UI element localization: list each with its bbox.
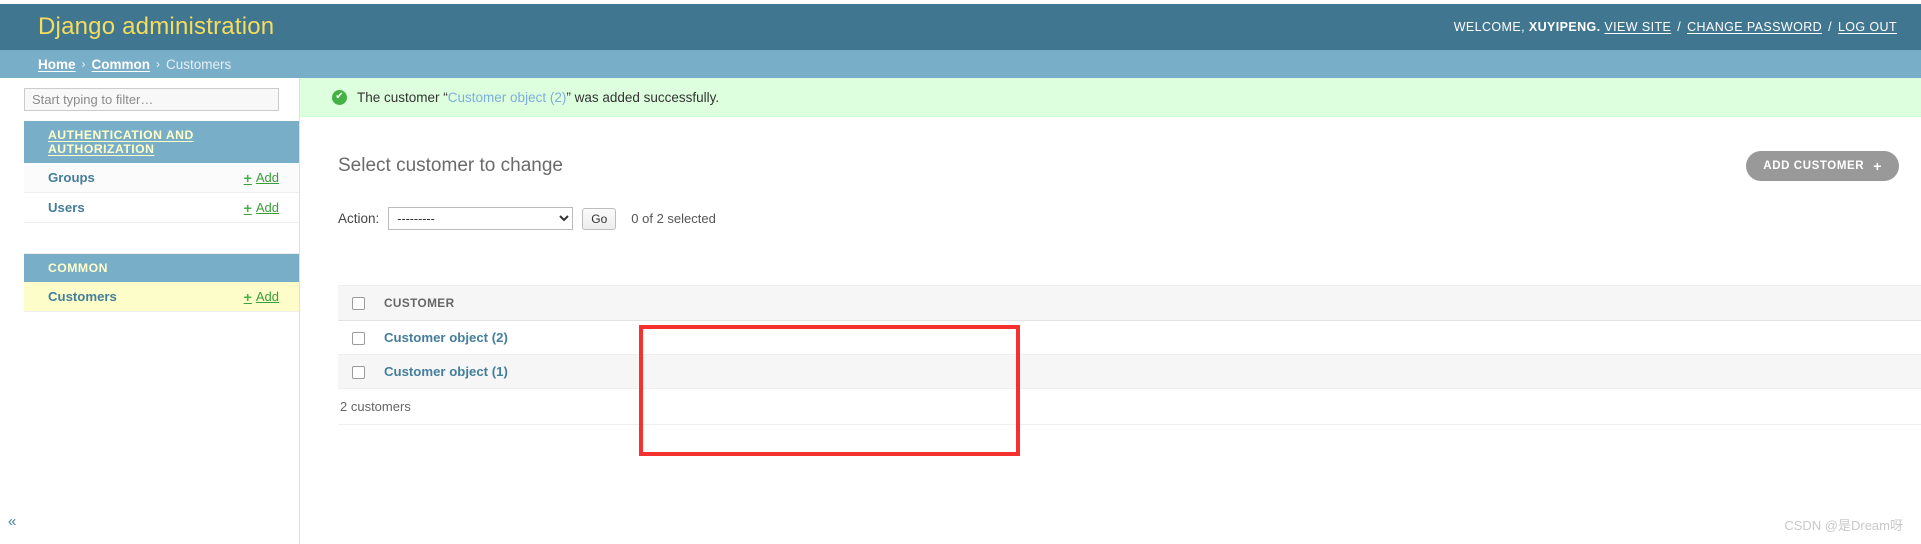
plus-icon: +: [243, 199, 252, 216]
sidebar-add-groups[interactable]: + Add: [244, 170, 279, 185]
sidebar-add-customers-label: Add: [255, 289, 279, 304]
row-select-cell: [338, 320, 384, 356]
nav-filter-input[interactable]: [24, 88, 279, 111]
site-branding[interactable]: Django administration: [38, 13, 274, 41]
select-all-header: [338, 284, 384, 322]
paginator-count: 2 customers: [338, 389, 1921, 426]
site-header: Django administration WELCOME, XUYIPENG.…: [0, 4, 1921, 50]
select-all-checkbox[interactable]: [352, 297, 365, 311]
app-block-common: COMMON Customers + Add: [0, 254, 299, 312]
app-caption-common[interactable]: COMMON: [24, 254, 299, 282]
view-site-link[interactable]: VIEW SITE: [1604, 20, 1671, 34]
breadcrumb-app[interactable]: Common: [92, 57, 151, 72]
success-message-prefix: The customer “: [357, 89, 448, 105]
page-title: Select customer to change: [338, 155, 563, 176]
username-label: XUYIPENG.: [1528, 20, 1601, 34]
breadcrumb: Home › Common › Customers: [0, 50, 1921, 78]
app-block-auth: AUTHENTICATION AND AUTHORIZATION Groups …: [0, 121, 299, 254]
app-list: AUTHENTICATION AND AUTHORIZATION Groups …: [0, 121, 299, 312]
row-name-cell: Customer object (2): [384, 320, 1921, 356]
table-row: Customer object (1): [338, 354, 1921, 390]
app-caption-auth-link[interactable]: AUTHENTICATION AND AUTHORIZATION: [48, 128, 194, 156]
change-password-link[interactable]: CHANGE PASSWORD: [1687, 20, 1822, 34]
results-table: CUSTOMER Customer object (2) Customer ob…: [338, 284, 1921, 390]
sidebar-item-customers-label[interactable]: Customers: [48, 289, 117, 304]
add-customer-button[interactable]: ADD CUSTOMER +: [1746, 151, 1899, 181]
row-select-cell: [338, 354, 384, 390]
results-table-wrap: CUSTOMER Customer object (2) Customer ob…: [338, 284, 1921, 426]
sidebar-add-groups-label: Add: [255, 170, 279, 185]
customer-object-link[interactable]: Customer object (2): [384, 330, 508, 345]
sidebar-add-users-label: Add: [255, 200, 279, 215]
go-button[interactable]: Go: [582, 207, 617, 230]
sidebar-add-customers[interactable]: + Add: [244, 289, 279, 304]
success-message-text: The customer “Customer object (2)” was a…: [357, 90, 719, 105]
row-checkbox[interactable]: [352, 332, 365, 346]
sidebar-add-users[interactable]: + Add: [244, 200, 279, 215]
breadcrumb-separator-1: ›: [81, 57, 86, 71]
action-label: Action:: [338, 211, 380, 226]
sidebar-item-users[interactable]: Users + Add: [24, 193, 299, 223]
success-message-object-link[interactable]: Customer object (2): [448, 90, 567, 105]
results-table-head: CUSTOMER: [338, 284, 1921, 322]
nav-filter-wrap: [0, 88, 299, 111]
content-area: ✔ The customer “Customer object (2)” was…: [300, 78, 1921, 544]
title-row: Select customer to change ADD CUSTOMER +: [338, 117, 1899, 181]
usertools-separator-2: /: [1828, 20, 1832, 34]
sidebar-item-customers[interactable]: Customers + Add: [24, 282, 299, 312]
welcome-label: WELCOME,: [1453, 20, 1525, 34]
results-table-body: Customer object (2) Customer object (1): [338, 320, 1921, 390]
sidebar-item-users-label[interactable]: Users: [48, 200, 85, 215]
row-checkbox[interactable]: [352, 366, 365, 380]
admin-page: Django administration WELCOME, XUYIPENG.…: [0, 0, 1921, 544]
user-tools: WELCOME, XUYIPENG. VIEW SITE / CHANGE PA…: [1454, 20, 1897, 34]
action-select[interactable]: ---------: [388, 207, 574, 230]
breadcrumb-home[interactable]: Home: [38, 57, 76, 72]
success-message-suffix: ” was added successfully.: [566, 89, 720, 105]
plus-icon: +: [243, 288, 252, 305]
plus-icon: +: [1873, 158, 1882, 174]
selected-count: 0 of 2 selected: [631, 211, 716, 226]
sidebar-item-groups[interactable]: Groups + Add: [24, 163, 299, 193]
plus-icon: +: [243, 169, 252, 186]
table-header-row: CUSTOMER: [338, 284, 1921, 322]
sidebar-collapse-icon[interactable]: «: [8, 513, 16, 530]
app-caption-auth: AUTHENTICATION AND AUTHORIZATION: [24, 121, 299, 163]
watermark: CSDN @是Dream呀: [1784, 518, 1903, 533]
actions-bar: Action: --------- Go 0 of 2 selected: [338, 181, 1899, 240]
success-check-icon: ✔: [332, 89, 347, 105]
add-customer-button-label: ADD CUSTOMER: [1763, 160, 1865, 172]
content-main: Select customer to change ADD CUSTOMER +…: [300, 117, 1921, 240]
main-container: AUTHENTICATION AND AUTHORIZATION Groups …: [0, 78, 1921, 544]
success-message: ✔ The customer “Customer object (2)” was…: [300, 78, 1921, 117]
usertools-separator-1: /: [1677, 20, 1682, 34]
log-out-link[interactable]: LOG OUT: [1838, 20, 1897, 34]
nav-sidebar: AUTHENTICATION AND AUTHORIZATION Groups …: [0, 78, 300, 544]
breadcrumb-current: Customers: [166, 56, 232, 72]
customer-object-link[interactable]: Customer object (1): [384, 364, 508, 379]
column-header-customer[interactable]: CUSTOMER: [384, 284, 1921, 322]
app-block-spacer: [24, 223, 299, 254]
row-name-cell: Customer object (1): [384, 354, 1921, 390]
breadcrumb-separator-2: ›: [156, 57, 161, 71]
sidebar-item-groups-label[interactable]: Groups: [48, 170, 95, 185]
table-row: Customer object (2): [338, 320, 1921, 356]
